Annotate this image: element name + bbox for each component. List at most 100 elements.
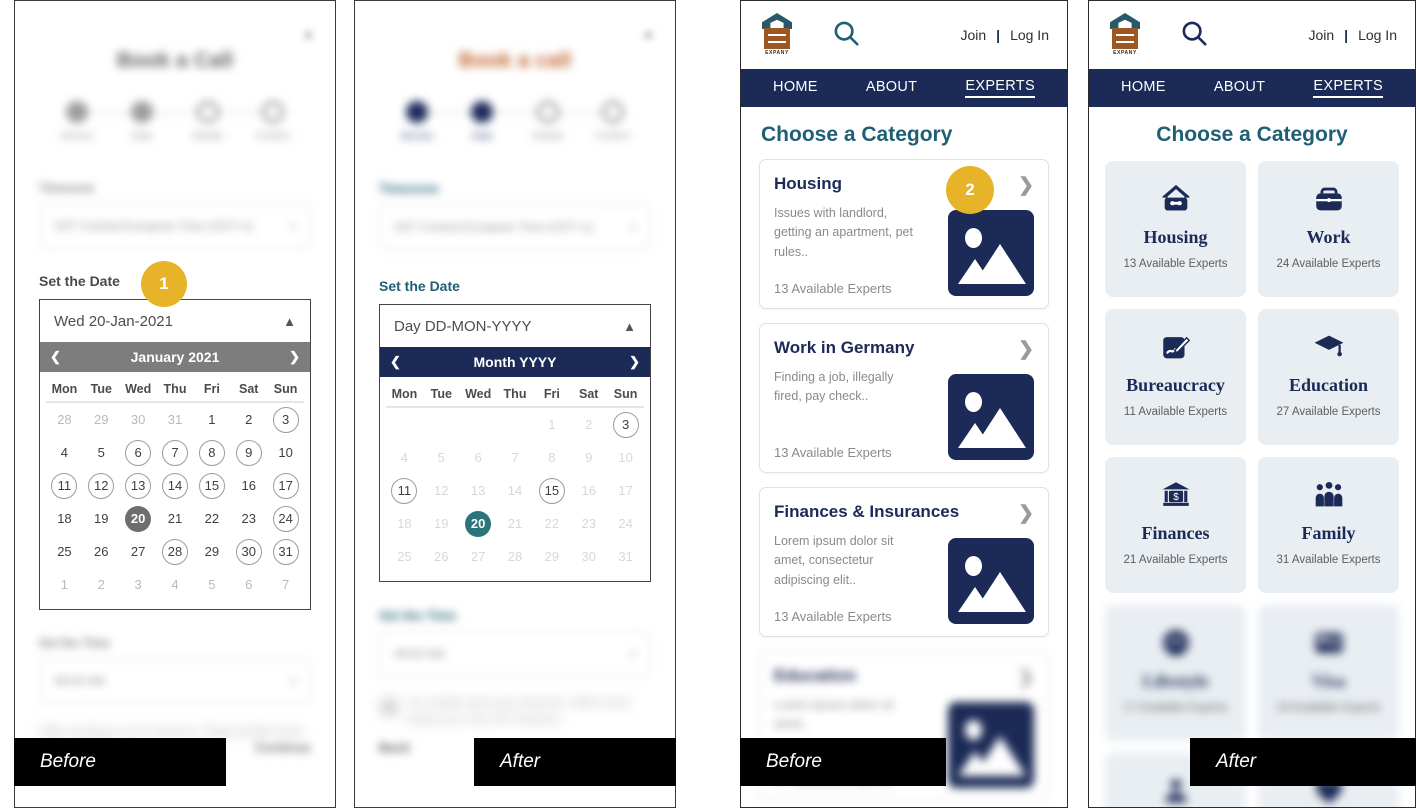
calendar-day-cell[interactable]: 9 — [570, 441, 607, 474]
calendar-day-cell[interactable]: 27 — [460, 540, 497, 573]
nav-item-home[interactable]: HOME — [773, 79, 818, 97]
calendar-day-cell[interactable]: 21 — [497, 507, 534, 540]
chevron-right-icon[interactable]: ❯ — [1018, 502, 1034, 525]
search-icon[interactable] — [1179, 18, 1209, 53]
expany-logo-icon[interactable]: EXPANY — [1107, 13, 1143, 57]
calendar-day-cell[interactable]: 31 — [157, 403, 194, 436]
stepper-step-date[interactable]: Date — [454, 97, 510, 142]
calendar-day-cell[interactable]: 25 — [46, 535, 83, 568]
stepper-step-service[interactable]: Service — [49, 97, 105, 142]
stepper-step-confirm[interactable]: Confirm — [585, 97, 641, 142]
calendar-day-cell[interactable]: 21 — [157, 502, 194, 535]
calendar-day-cell[interactable]: 14 — [157, 469, 194, 502]
calendar-day-cell[interactable]: 6 — [120, 436, 157, 469]
calendar-day-cell[interactable]: 29 — [83, 403, 120, 436]
calendar-day-cell[interactable]: 1 — [193, 403, 230, 436]
category-tile[interactable]: Housing 13 Available Experts — [1105, 161, 1246, 297]
calendar-day-cell[interactable]: 7 — [157, 436, 194, 469]
nav-item-about[interactable]: ABOUT — [866, 79, 917, 97]
login-link[interactable]: Log In — [1358, 27, 1397, 43]
calendar-day-cell[interactable]: 8 — [193, 436, 230, 469]
calendar-day-cell[interactable]: 5 — [83, 436, 120, 469]
calendar-day-cell[interactable]: 20 — [120, 502, 157, 535]
calendar-day-cell[interactable]: 28 — [157, 535, 194, 568]
calendar-day-cell[interactable]: 2 — [83, 568, 120, 601]
calendar-day-cell[interactable]: 15 — [193, 469, 230, 502]
calendar-day-cell[interactable]: 3 — [607, 408, 644, 441]
chevron-left-icon[interactable]: ❮ — [50, 349, 61, 365]
chevron-right-icon[interactable]: ❯ — [289, 349, 300, 365]
calendar-day-cell[interactable]: 22 — [533, 507, 570, 540]
calendar-day-cell[interactable]: 25 — [386, 540, 423, 573]
category-tile[interactable]: Bureaucracy 11 Available Experts — [1105, 309, 1246, 445]
time-select[interactable]: 09:00 AM ▾ — [379, 631, 651, 677]
calendar-day-cell[interactable]: 15 — [533, 474, 570, 507]
calendar-day-cell[interactable]: 24 — [267, 502, 304, 535]
calendar-day-cell[interactable]: 26 — [423, 540, 460, 573]
calendar-day-cell[interactable]: 30 — [120, 403, 157, 436]
calendar-day-cell[interactable]: 12 — [423, 474, 460, 507]
calendar-day-cell[interactable]: 7 — [267, 568, 304, 601]
calendar-day-cell[interactable]: 17 — [607, 474, 644, 507]
back-button[interactable]: Back — [379, 740, 410, 755]
chevron-right-icon[interactable]: ❯ — [629, 354, 640, 370]
stepper-step-service[interactable]: Service — [389, 97, 445, 142]
calendar-day-cell[interactable]: 4 — [157, 568, 194, 601]
nav-item-home[interactable]: HOME — [1121, 79, 1166, 97]
category-tile[interactable]: Family 31 Available Experts — [1258, 457, 1399, 593]
calendar-day-cell[interactable]: 11 — [46, 469, 83, 502]
calendar-day-cell[interactable]: 9 — [230, 436, 267, 469]
calendar-day-cell[interactable]: 5 — [423, 441, 460, 474]
stepper-step-date[interactable]: Date — [114, 97, 170, 142]
calendar-day-cell[interactable]: 3 — [267, 403, 304, 436]
calendar-day-cell[interactable]: 1 — [46, 568, 83, 601]
chevron-left-icon[interactable]: ❮ — [390, 354, 401, 370]
calendar-day-cell[interactable]: 31 — [267, 535, 304, 568]
calendar-day-cell[interactable]: 27 — [120, 535, 157, 568]
calendar-day-cell[interactable]: 1 — [533, 408, 570, 441]
date-input[interactable]: Wed 20-Jan-2021 ▲ — [40, 300, 310, 342]
calendar-day-cell[interactable]: 4 — [46, 436, 83, 469]
nav-item-about[interactable]: ABOUT — [1214, 79, 1265, 97]
chevron-up-icon[interactable]: ▲ — [623, 319, 636, 334]
calendar-day-cell[interactable]: 24 — [607, 507, 644, 540]
stepper-step-details[interactable]: Details — [520, 97, 576, 142]
calendar-day-cell[interactable]: 10 — [607, 441, 644, 474]
join-link[interactable]: Join — [1308, 27, 1334, 43]
calendar-day-cell[interactable]: 26 — [83, 535, 120, 568]
category-tile[interactable]: Education 27 Available Experts — [1258, 309, 1399, 445]
join-link[interactable]: Join — [960, 27, 986, 43]
calendar-day-cell[interactable]: 19 — [423, 507, 460, 540]
timezone-select[interactable]: CET Central European Time (CET+1) ▾ — [379, 204, 651, 250]
calendar-day-cell[interactable]: 6 — [460, 441, 497, 474]
calendar-day-cell[interactable]: 28 — [46, 403, 83, 436]
calendar-day-cell[interactable]: 18 — [386, 507, 423, 540]
calendar-day-cell[interactable]: 2 — [570, 408, 607, 441]
date-input[interactable]: Day DD-MON-YYYY ▲ — [380, 305, 650, 347]
nav-item-experts[interactable]: EXPERTS — [1313, 78, 1383, 98]
calendar-day-cell[interactable]: 7 — [497, 441, 534, 474]
calendar-day-cell[interactable]: 11 — [386, 474, 423, 507]
calendar-day-cell[interactable]: 19 — [83, 502, 120, 535]
time-select[interactable]: 09:00 AM ▾ — [39, 658, 311, 704]
category-card[interactable]: Finances & Insurances ❯ Lorem ipsum dolor … — [759, 487, 1049, 637]
calendar-day-cell[interactable]: 12 — [83, 469, 120, 502]
category-card[interactable]: Housing ❯ Issues with landlord, getting an… — [759, 159, 1049, 309]
calendar-day-cell[interactable]: 29 — [193, 535, 230, 568]
stepper-step-confirm[interactable]: Confirm — [245, 97, 301, 142]
calendar-day-cell[interactable]: 2 — [230, 403, 267, 436]
calendar-day-cell[interactable]: 13 — [120, 469, 157, 502]
calendar-day-cell[interactable]: 31 — [607, 540, 644, 573]
category-card[interactable]: Work in Germany ❯ Finding a job, illegally… — [759, 323, 1049, 473]
calendar-day-cell[interactable]: 8 — [533, 441, 570, 474]
calendar-day-cell[interactable]: 20 — [460, 507, 497, 540]
calendar-day-cell[interactable]: 30 — [230, 535, 267, 568]
calendar-day-cell[interactable]: 23 — [570, 507, 607, 540]
calendar-day-cell[interactable]: 5 — [193, 568, 230, 601]
calendar-day-cell[interactable]: 30 — [570, 540, 607, 573]
category-tile[interactable]: Lifestyle 17 Available Experts — [1105, 605, 1246, 741]
calendar-day-cell[interactable]: 10 — [267, 436, 304, 469]
calendar-day-cell[interactable]: 23 — [230, 502, 267, 535]
stepper-step-details[interactable]: Details — [180, 97, 236, 142]
nav-item-experts[interactable]: EXPERTS — [965, 78, 1035, 98]
